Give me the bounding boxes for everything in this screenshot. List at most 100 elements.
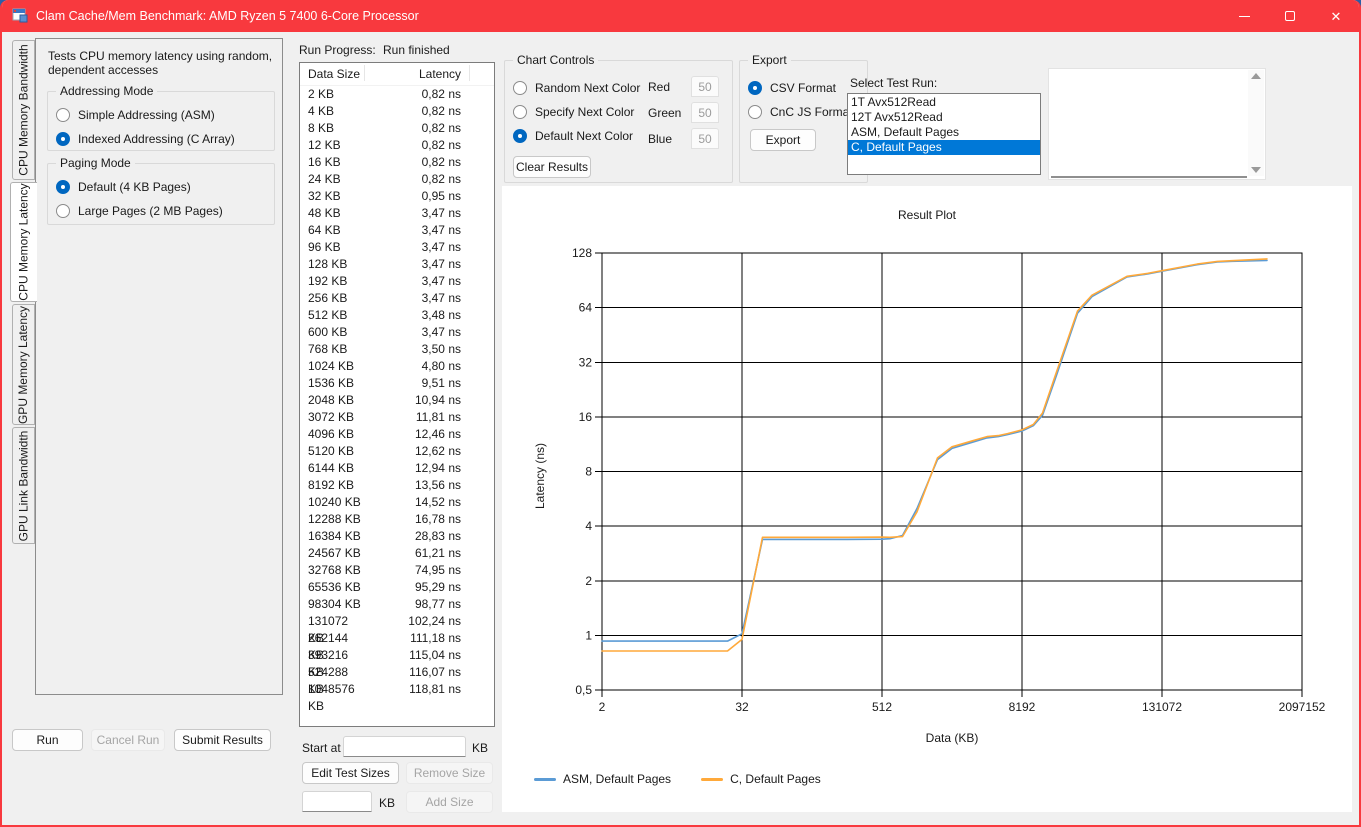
- next-color-option[interactable]: Random Next Color: [513, 81, 640, 95]
- table-row[interactable]: 96 KB 3,47 ns: [300, 239, 494, 256]
- table-row[interactable]: 64 KB 3,47 ns: [300, 222, 494, 239]
- table-row[interactable]: 2 KB 0,82 ns: [300, 86, 494, 103]
- radio-label: Random Next Color: [535, 81, 640, 95]
- table-row[interactable]: 128 KB 3,47 ns: [300, 256, 494, 273]
- column-latency[interactable]: Latency: [362, 67, 466, 81]
- table-row[interactable]: 262144 KB 111,18 ns: [300, 630, 494, 647]
- maximize-button[interactable]: [1267, 0, 1313, 32]
- paging-mode-option[interactable]: Large Pages (2 MB Pages): [56, 204, 223, 218]
- remove-size-button[interactable]: Remove Size: [406, 762, 493, 784]
- sidebar-tab[interactable]: GPU Link Bandwidth: [12, 427, 35, 544]
- table-row[interactable]: 768 KB 3,50 ns: [300, 341, 494, 358]
- latency-cell: 28,83 ns: [362, 528, 466, 545]
- table-row[interactable]: 131072 KB 102,24 ns: [300, 613, 494, 630]
- column-divider[interactable]: [364, 65, 365, 81]
- legend-item: C, Default Pages: [701, 772, 821, 786]
- horizontal-scrollbar[interactable]: [1051, 176, 1247, 178]
- blue-input[interactable]: [691, 128, 719, 149]
- table-row[interactable]: 12288 KB 16,78 ns: [300, 511, 494, 528]
- close-button[interactable]: ✕: [1313, 0, 1359, 32]
- table-row[interactable]: 16 KB 0,82 ns: [300, 154, 494, 171]
- paging-mode-option[interactable]: Default (4 KB Pages): [56, 180, 223, 194]
- test-run-item[interactable]: 1T Avx512Read: [848, 95, 1040, 110]
- addressing-mode-option[interactable]: Indexed Addressing (C Array): [56, 132, 235, 146]
- submit-results-button[interactable]: Submit Results: [174, 729, 271, 751]
- column-data-size[interactable]: Data Size: [300, 67, 362, 81]
- table-row[interactable]: 24567 KB 61,21 ns: [300, 545, 494, 562]
- latency-cell: 0,82 ns: [362, 103, 466, 120]
- latency-cell: 0,95 ns: [362, 188, 466, 205]
- table-row[interactable]: 1048576 KB 118,81 ns: [300, 681, 494, 698]
- table-row[interactable]: 512 KB 3,48 ns: [300, 307, 494, 324]
- export-button[interactable]: Export: [750, 129, 816, 151]
- table-row[interactable]: 8 KB 0,82 ns: [300, 120, 494, 137]
- radio-label: Specify Next Color: [535, 105, 634, 119]
- table-row[interactable]: 10240 KB 14,52 ns: [300, 494, 494, 511]
- data-size-cell: 600 KB: [300, 324, 362, 341]
- sidebar-tab-label: GPU Memory Latency: [17, 305, 31, 423]
- scrollbar[interactable]: [1248, 70, 1264, 176]
- test-run-item[interactable]: ASM, Default Pages: [848, 125, 1040, 140]
- table-row[interactable]: 32 KB 0,95 ns: [300, 188, 494, 205]
- green-label: Green: [648, 106, 681, 120]
- sidebar-tab[interactable]: GPU Memory Latency: [12, 304, 35, 425]
- green-input[interactable]: [691, 102, 719, 123]
- table-row[interactable]: 600 KB 3,47 ns: [300, 324, 494, 341]
- table-row[interactable]: 5120 KB 12,62 ns: [300, 443, 494, 460]
- next-color-option[interactable]: Specify Next Color: [513, 105, 640, 119]
- minimize-button[interactable]: [1221, 0, 1267, 32]
- start-at-input[interactable]: [343, 736, 466, 757]
- table-row[interactable]: 1536 KB 9,51 ns: [300, 375, 494, 392]
- cancel-run-button[interactable]: Cancel Run: [91, 729, 165, 751]
- red-input[interactable]: [691, 76, 719, 97]
- test-description: Tests CPU memory latency using random, d…: [48, 49, 276, 77]
- table-row[interactable]: 6144 KB 12,94 ns: [300, 460, 494, 477]
- addressing-mode-option[interactable]: Simple Addressing (ASM): [56, 108, 235, 122]
- export-output-box[interactable]: [1048, 68, 1266, 180]
- results-table-header[interactable]: Data Size Latency: [300, 63, 494, 86]
- run-button[interactable]: Run: [12, 729, 83, 751]
- table-row[interactable]: 2048 KB 10,94 ns: [300, 392, 494, 409]
- latency-cell: 74,95 ns: [362, 562, 466, 579]
- data-size-cell: 5120 KB: [300, 443, 362, 460]
- add-size-input[interactable]: [302, 791, 372, 812]
- clear-results-button[interactable]: Clear Results: [513, 156, 591, 178]
- table-row[interactable]: 3072 KB 11,81 ns: [300, 409, 494, 426]
- latency-cell: 9,51 ns: [362, 375, 466, 392]
- edit-test-sizes-button[interactable]: Edit Test Sizes: [302, 762, 399, 784]
- sidebar-tab[interactable]: CPU Memory Bandwidth: [12, 40, 35, 180]
- table-row[interactable]: 98304 KB 98,77 ns: [300, 596, 494, 613]
- test-run-listbox: 1T Avx512Read 12T Avx512Read ASM, Defaul…: [847, 93, 1041, 175]
- export-format-option[interactable]: CnC JS Format: [748, 105, 853, 119]
- add-size-button[interactable]: Add Size: [406, 791, 493, 813]
- table-row[interactable]: 524288 KB 116,07 ns: [300, 664, 494, 681]
- next-color-option[interactable]: Default Next Color: [513, 129, 640, 143]
- scroll-down-icon[interactable]: [1251, 167, 1261, 173]
- export-format-option[interactable]: CSV Format: [748, 81, 853, 95]
- table-row[interactable]: 12 KB 0,82 ns: [300, 137, 494, 154]
- legend-swatch-icon: [534, 778, 556, 781]
- latency-cell: 0,82 ns: [362, 137, 466, 154]
- radio-label: Indexed Addressing (C Array): [78, 132, 235, 146]
- table-row[interactable]: 32768 KB 74,95 ns: [300, 562, 494, 579]
- scroll-up-icon[interactable]: [1251, 73, 1261, 79]
- sidebar-tab[interactable]: CPU Memory Latency: [10, 182, 37, 302]
- test-run-item[interactable]: C, Default Pages: [848, 140, 1040, 155]
- latency-cell: 4,80 ns: [362, 358, 466, 375]
- table-row[interactable]: 4 KB 0,82 ns: [300, 103, 494, 120]
- table-row[interactable]: 1024 KB 4,80 ns: [300, 358, 494, 375]
- table-row[interactable]: 8192 KB 13,56 ns: [300, 477, 494, 494]
- data-size-cell: 192 KB: [300, 273, 362, 290]
- table-row[interactable]: 48 KB 3,47 ns: [300, 205, 494, 222]
- radio-icon: [56, 204, 70, 218]
- table-row[interactable]: 393216 KB 115,04 ns: [300, 647, 494, 664]
- data-size-cell: 768 KB: [300, 341, 362, 358]
- table-row[interactable]: 256 KB 3,47 ns: [300, 290, 494, 307]
- table-row[interactable]: 192 KB 3,47 ns: [300, 273, 494, 290]
- table-row[interactable]: 65536 KB 95,29 ns: [300, 579, 494, 596]
- table-row[interactable]: 4096 KB 12,46 ns: [300, 426, 494, 443]
- test-run-item[interactable]: 12T Avx512Read: [848, 110, 1040, 125]
- column-divider[interactable]: [469, 65, 470, 81]
- table-row[interactable]: 24 KB 0,82 ns: [300, 171, 494, 188]
- table-row[interactable]: 16384 KB 28,83 ns: [300, 528, 494, 545]
